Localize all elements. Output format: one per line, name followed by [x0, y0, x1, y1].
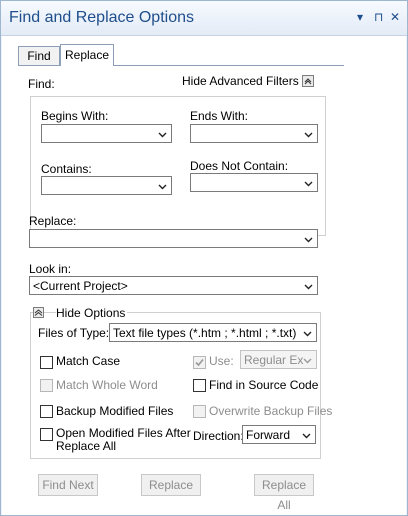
overwrite-backup-label: Overwrite Backup Files [209, 404, 333, 418]
backup-modified-checkbox[interactable] [40, 405, 53, 418]
use-regex-combo[interactable]: Regular Ex [240, 350, 317, 369]
use-value: Regular Ex [244, 353, 304, 367]
window-title: Find and Replace Options [9, 9, 194, 26]
files-of-type-value: Text file types (*.htm ; *.html ; *.txt) [113, 326, 297, 340]
chevron-down-icon [303, 358, 312, 364]
title-bar: Find and Replace Options ▾ ⊓ ✕ [1, 1, 407, 36]
look-in-combo[interactable]: <Current Project> [29, 276, 318, 295]
contains-combo[interactable] [41, 176, 172, 195]
tab-find[interactable]: Find [18, 46, 60, 66]
find-replace-window: Find and Replace Options ▾ ⊓ ✕ Find Repl… [0, 0, 408, 516]
find-in-source-label: Find in Source Code [209, 378, 319, 392]
pin-icon[interactable]: ⊓ [374, 10, 383, 24]
tab-replace-label: Replace [64, 48, 110, 62]
use-label: Use: [209, 354, 234, 368]
chevron-down-icon [304, 181, 313, 187]
match-whole-word-checkbox[interactable] [40, 379, 53, 392]
match-whole-word-label: Match Whole Word [56, 378, 158, 392]
chevron-down-icon [303, 331, 312, 337]
checkmark-icon [195, 358, 204, 367]
hide-advanced-filters-label[interactable]: Hide Advanced Filters [182, 74, 299, 88]
direction-combo[interactable]: Forward [242, 425, 316, 444]
chevron-down-icon [158, 184, 167, 190]
chevron-down-icon [302, 433, 311, 439]
chevron-down-icon [304, 284, 313, 290]
contains-label: Contains: [41, 162, 92, 176]
find-label: Find: [28, 77, 55, 91]
chevron-down-icon [304, 132, 313, 138]
begins-with-label: Begins With: [41, 109, 109, 123]
open-modified-label-line1: Open Modified Files After [56, 426, 191, 440]
direction-label: Direction: [193, 429, 244, 443]
look-in-label: Look in: [29, 262, 72, 276]
match-case-checkbox[interactable] [40, 356, 53, 369]
tab-replace[interactable]: Replace [60, 44, 114, 66]
replace-combo[interactable] [29, 229, 318, 248]
direction-value: Forward [246, 428, 291, 442]
look-in-value: <Current Project> [33, 279, 128, 293]
menu-dropdown-icon[interactable]: ▾ [357, 10, 363, 24]
use-checkbox[interactable] [193, 356, 206, 369]
does-not-contain-label: Does Not Contain: [190, 159, 289, 173]
does-not-contain-combo[interactable] [190, 173, 318, 192]
open-modified-checkbox[interactable] [40, 428, 53, 441]
overwrite-backup-checkbox[interactable] [193, 405, 206, 418]
hide-advanced-filters-icon[interactable] [302, 75, 314, 87]
begins-with-combo[interactable] [41, 124, 172, 143]
find-next-button[interactable]: Find Next [38, 474, 98, 496]
open-modified-label-line2: Replace All [56, 439, 117, 453]
chevron-down-icon [158, 132, 167, 138]
files-of-type-label: Files of Type: [38, 326, 110, 340]
match-case-label: Match Case [56, 354, 121, 368]
ends-with-label: Ends With: [190, 109, 249, 123]
backup-modified-label: Backup Modified Files [56, 404, 174, 418]
ends-with-combo[interactable] [190, 124, 318, 143]
replace-label: Replace: [29, 214, 77, 228]
find-in-source-checkbox[interactable] [193, 379, 206, 392]
hide-options-icon[interactable] [33, 307, 44, 318]
tab-find-label: Find [27, 49, 51, 63]
replace-all-button[interactable]: Replace All [254, 474, 314, 512]
files-of-type-combo[interactable]: Text file types (*.htm ; *.html ; *.txt) [109, 323, 317, 342]
hide-options-label[interactable]: Hide Options [56, 306, 128, 320]
replace-button[interactable]: Replace [141, 474, 201, 496]
close-icon[interactable]: ✕ [390, 10, 400, 24]
content-panel: Find Replace Find: Hide Advanced Filters… [2, 36, 406, 515]
chevron-down-icon [304, 237, 313, 243]
